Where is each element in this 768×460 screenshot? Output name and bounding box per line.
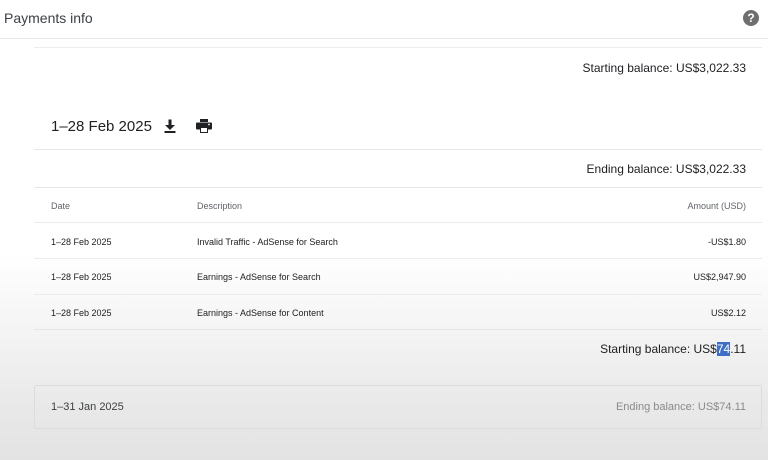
row-amount: US$2.12 [710, 308, 746, 318]
help-circle-icon[interactable]: ? [743, 10, 759, 26]
row-date: 1–28 Feb 2025 [51, 272, 112, 282]
starting-balance-suffix: .11 [730, 342, 746, 356]
divider [34, 187, 762, 188]
row-amount: -US$1.80 [707, 237, 746, 247]
period-card-jan[interactable]: 1–31 Jan 2025 Ending balance: US$74.11 [34, 385, 762, 429]
row-description: Invalid Traffic - AdSense for Search [197, 237, 338, 247]
row-date: 1–28 Feb 2025 [51, 308, 112, 318]
period-title-feb: 1–28 Feb 2025 [51, 118, 152, 135]
row-description: Earnings - AdSense for Content [197, 308, 324, 318]
divider [34, 294, 762, 295]
starting-balance-feb: Starting balance: US$74.11 [600, 342, 746, 356]
column-header-description: Description [197, 201, 243, 211]
download-icon[interactable] [163, 119, 177, 133]
ending-balance-feb: Ending balance: US$3,022.33 [586, 162, 746, 176]
print-icon[interactable] [196, 119, 212, 133]
card-top-divider [34, 47, 762, 48]
starting-balance-prefix: Starting balance: US$ [600, 342, 717, 356]
divider [34, 258, 762, 259]
column-header-date: Date [51, 201, 71, 211]
page-header: Payments info ? [0, 0, 768, 39]
period-title-jan: 1–31 Jan 2025 [51, 401, 124, 413]
divider [34, 329, 762, 330]
column-header-amount: Amount (USD) [687, 201, 746, 211]
starting-balance-top: Starting balance: US$3,022.33 [582, 61, 746, 75]
selected-text[interactable]: 74 [716, 342, 731, 356]
row-description: Earnings - AdSense for Search [197, 272, 321, 282]
divider [34, 222, 762, 223]
row-date: 1–28 Feb 2025 [51, 237, 112, 247]
page-title: Payments info [4, 10, 93, 26]
row-amount: US$2,947.90 [693, 272, 746, 282]
divider [34, 149, 762, 150]
ending-balance-jan: Ending balance: US$74.11 [615, 401, 746, 413]
